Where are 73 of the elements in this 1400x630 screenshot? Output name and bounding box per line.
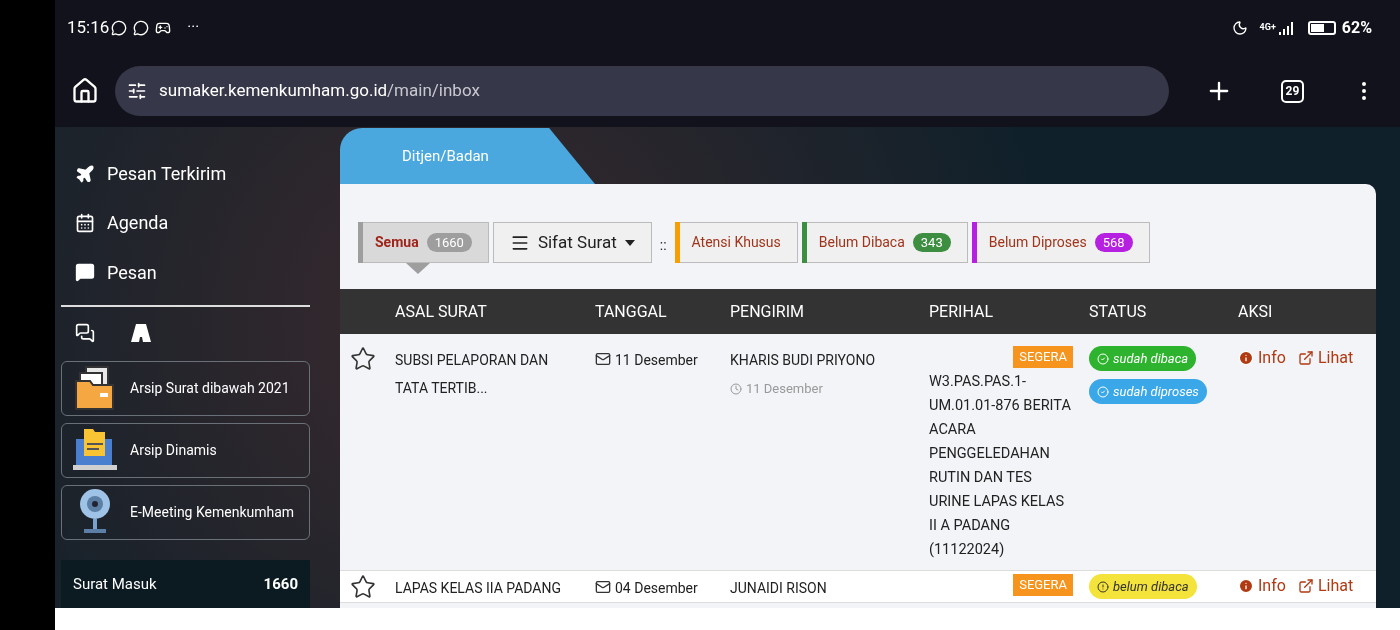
column-header: ASAL SURAT xyxy=(395,300,488,323)
star-icon[interactable] xyxy=(350,574,376,600)
address-bar[interactable]: sumaker.kemenkumham.go.id/main/inbox xyxy=(115,66,1169,116)
sender-text: KHARIS BUDI PRIYONO xyxy=(730,351,877,370)
star-icon[interactable] xyxy=(350,346,376,372)
sidebar-card-link[interactable]: Arsip Dinamis xyxy=(61,422,310,478)
caret-icon xyxy=(624,239,635,246)
chat-icon[interactable] xyxy=(75,323,95,344)
external-link-icon xyxy=(1297,578,1314,594)
info-link[interactable]: Info xyxy=(1238,574,1286,598)
filter-tab[interactable]: Atensi Khusus xyxy=(679,222,798,263)
chat-bubble-icon xyxy=(133,19,150,36)
date-text: 11 Desember xyxy=(615,351,698,370)
filter-dropdown[interactable]: Sifat Surat xyxy=(492,222,652,263)
more-notifications-text: ··· xyxy=(187,17,200,39)
sidebar-item[interactable]: Pesan xyxy=(61,247,334,297)
separator-text: :: xyxy=(659,236,667,255)
chat-bubble-icon xyxy=(111,19,128,36)
status-badge: sudah diproses xyxy=(1089,379,1207,404)
sender-text: JUNAIDI RISON xyxy=(730,579,828,598)
column-header: STATUS xyxy=(1089,300,1148,323)
check-icon xyxy=(1097,352,1109,365)
alert-icon xyxy=(1097,580,1109,593)
sidebar-card-link[interactable]: Arsip Surat dibawah 2021 xyxy=(61,360,310,416)
column-header: PERIHAL xyxy=(929,300,994,323)
home-icon[interactable] xyxy=(71,77,99,105)
count-badge: 1660 xyxy=(426,233,472,252)
moon-icon xyxy=(1231,19,1248,36)
envelope-icon xyxy=(595,579,611,595)
sidebar-item[interactable]: Agenda xyxy=(61,198,334,248)
battery-text: 62% xyxy=(1341,16,1372,39)
priority-badge: SEGERA xyxy=(1013,574,1073,596)
sidebar-card-link[interactable]: E-Meeting Kemenkumham xyxy=(61,484,310,540)
info-icon xyxy=(1238,578,1254,594)
sidebar-item[interactable]: Pesan Terkirim xyxy=(61,149,334,199)
time-text: 15:16 xyxy=(67,15,110,39)
counter-label: Surat Masuk xyxy=(73,573,157,595)
calendar-icon xyxy=(75,213,95,233)
counter-value: 1660 xyxy=(263,573,298,595)
filter-tab[interactable]: Belum Dibaca 343 xyxy=(806,222,968,263)
signal-icon xyxy=(1277,20,1296,35)
view-link[interactable]: Lihat xyxy=(1297,574,1354,598)
clock-icon xyxy=(730,382,742,395)
column-header: TANGGAL xyxy=(595,300,668,323)
check-icon xyxy=(1097,385,1109,398)
url-text: sumaker.kemenkumham.go.id/main/inbox xyxy=(159,79,480,103)
status-badge: belum dibaca xyxy=(1089,574,1197,599)
filter-tab[interactable]: Belum Diproses 568 xyxy=(976,222,1150,263)
battery-icon xyxy=(1307,20,1336,35)
road-icon[interactable] xyxy=(131,324,151,343)
network-text: 4G+ xyxy=(1259,20,1276,34)
site-settings-icon xyxy=(127,81,147,101)
priority-badge: SEGERA xyxy=(1013,346,1073,368)
count-badge: 568 xyxy=(1094,233,1133,252)
sent-time-text: 11 Desember xyxy=(746,380,823,398)
external-link-icon xyxy=(1297,350,1314,366)
chat-icon xyxy=(75,262,95,283)
status-badge: sudah dibaca xyxy=(1089,346,1197,371)
date-text: 04 Desember xyxy=(615,579,698,598)
envelope-icon xyxy=(595,351,611,367)
origin-text: SUBSI PELAPORAN DAN TATA TERTIB... xyxy=(395,351,550,398)
column-header: PENGIRIM xyxy=(730,300,806,323)
origin-text: LAPAS KELAS IIA PADANG xyxy=(395,579,562,598)
view-link[interactable]: Lihat xyxy=(1297,346,1354,370)
column-header: AKSI xyxy=(1238,300,1274,323)
subject-text: W3.PAS.PAS.1-UM.01.01-876 BERITA ACARA PENGGELEDAHAN RUTIN DAN TES URINE LAPAS KELAS II A PADANG (11122024) xyxy=(929,372,1072,560)
info-link[interactable]: Info xyxy=(1238,346,1286,370)
tab-count-button[interactable]: 29 xyxy=(1281,79,1304,103)
count-badge: 343 xyxy=(912,233,951,252)
info-icon xyxy=(1238,350,1254,366)
plane-icon xyxy=(75,163,95,184)
filter-tab[interactable]: Semua 1660 xyxy=(363,222,489,263)
pointer-icon xyxy=(406,263,430,274)
